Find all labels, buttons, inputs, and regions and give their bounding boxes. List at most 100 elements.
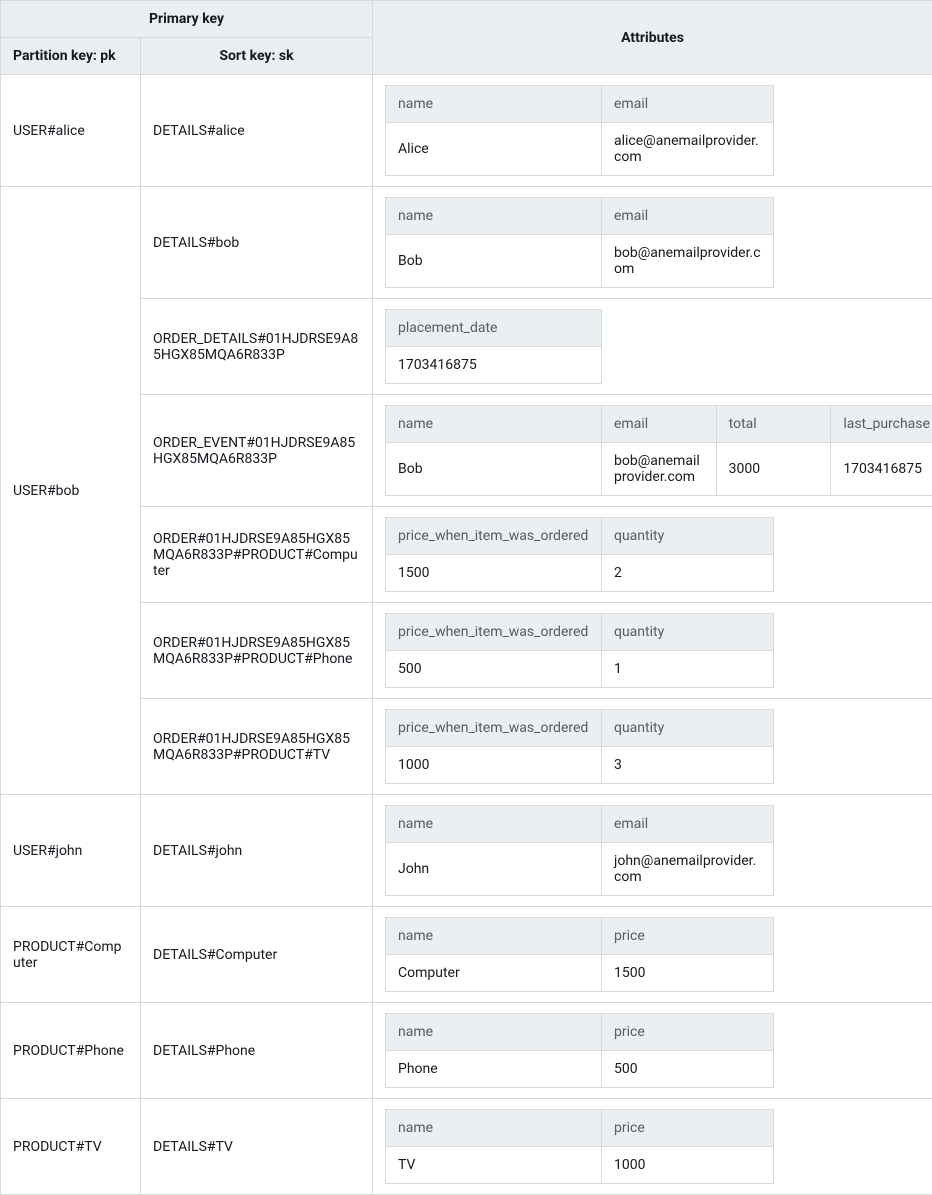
table-header: Primary key Attributes Partition key: pk… bbox=[1, 1, 932, 75]
attr-label: quantity bbox=[602, 518, 774, 555]
attr-blank bbox=[774, 1014, 932, 1051]
table-row: PRODUCT#TVDETAILS#TVnamepriceTV1000 bbox=[1, 1099, 932, 1195]
attr-blank bbox=[774, 86, 932, 123]
sort-key-cell: ORDER#01HJDRSE9A85HGX85MQA6R833P#PRODUCT… bbox=[141, 603, 373, 699]
attr-label: quantity bbox=[602, 710, 774, 747]
attributes-cell: nameemailAlicealice@anemailprovider.com bbox=[373, 75, 932, 187]
sort-key-cell: ORDER_EVENT#01HJDRSE9A85HGX85MQA6R833P bbox=[141, 395, 373, 507]
attr-label: price_when_item_was_ordered bbox=[386, 614, 602, 651]
attr-blank bbox=[774, 235, 932, 288]
attr-label: email bbox=[602, 86, 774, 123]
attributes-header: Attributes bbox=[373, 1, 932, 75]
partition-key-cell: PRODUCT#TV bbox=[1, 1099, 141, 1195]
table-row: USER#johnDETAILS#johnnameemailJohnjohn@a… bbox=[1, 795, 932, 907]
attributes-cell: namepriceComputer1500 bbox=[373, 907, 932, 1003]
attr-label: name bbox=[386, 1110, 602, 1147]
attr-value: john@anemailprovider.com bbox=[602, 843, 774, 896]
attr-label: price bbox=[602, 918, 774, 955]
partition-key-cell: USER#alice bbox=[1, 75, 141, 187]
attr-blank bbox=[602, 347, 774, 384]
attr-label: price bbox=[602, 1014, 774, 1051]
table-row: ORDER#01HJDRSE9A85HGX85MQA6R833P#PRODUCT… bbox=[1, 507, 932, 603]
attributes-cell: namepriceTV1000 bbox=[373, 1099, 932, 1195]
attr-value: 1703416875 bbox=[386, 347, 602, 384]
sort-key-cell: DETAILS#Computer bbox=[141, 907, 373, 1003]
sort-key-cell: DETAILS#Phone bbox=[141, 1003, 373, 1099]
attr-value: 1500 bbox=[602, 955, 774, 992]
partition-key-cell: PRODUCT#Computer bbox=[1, 907, 141, 1003]
table-row: ORDER#01HJDRSE9A85HGX85MQA6R833P#PRODUCT… bbox=[1, 699, 932, 795]
attr-blank bbox=[774, 347, 932, 384]
attr-value: 3000 bbox=[716, 443, 831, 496]
partition-key-header: Partition key: pk bbox=[1, 38, 141, 75]
attr-value: John bbox=[386, 843, 602, 896]
partition-key-cell: USER#john bbox=[1, 795, 141, 907]
table-row: USER#aliceDETAILS#alicenameemailAliceali… bbox=[1, 75, 932, 187]
attr-label: email bbox=[602, 406, 717, 443]
attr-blank bbox=[774, 518, 932, 555]
attr-value: 2 bbox=[602, 555, 774, 592]
sort-key-cell: DETAILS#john bbox=[141, 795, 373, 907]
table-row: USER#bobDETAILS#bobnameemailBobbob@anema… bbox=[1, 187, 932, 299]
attr-value: alice@anemailprovider.com bbox=[602, 123, 774, 176]
attr-value: 3 bbox=[602, 747, 774, 784]
attr-blank bbox=[774, 123, 932, 176]
attr-blank bbox=[774, 710, 932, 747]
attr-value: 500 bbox=[602, 1051, 774, 1088]
table-body: USER#aliceDETAILS#alicenameemailAliceali… bbox=[1, 75, 932, 1195]
attr-blank bbox=[774, 955, 932, 992]
attr-value: bob@anemailprovider.com bbox=[602, 235, 774, 288]
attr-blank bbox=[774, 555, 932, 592]
attributes-cell: namepricePhone500 bbox=[373, 1003, 932, 1099]
attr-value: 1000 bbox=[602, 1147, 774, 1184]
attr-blank bbox=[774, 310, 932, 347]
attr-blank bbox=[774, 1147, 932, 1184]
table-row: ORDER_EVENT#01HJDRSE9A85HGX85MQA6R833Pna… bbox=[1, 395, 932, 507]
attr-label: email bbox=[602, 198, 774, 235]
attr-label: placement_date bbox=[386, 310, 602, 347]
attributes-cell: placement_date1703416875 bbox=[373, 299, 932, 395]
attr-blank bbox=[774, 1110, 932, 1147]
attr-blank bbox=[602, 310, 774, 347]
attr-value: Alice bbox=[386, 123, 602, 176]
attr-blank bbox=[774, 1051, 932, 1088]
attributes-cell: price_when_item_was_orderedquantity15002 bbox=[373, 507, 932, 603]
sort-key-cell: ORDER#01HJDRSE9A85HGX85MQA6R833P#PRODUCT… bbox=[141, 507, 373, 603]
partition-key-cell: USER#bob bbox=[1, 187, 141, 795]
attr-value: 1 bbox=[602, 651, 774, 688]
attr-label: total bbox=[716, 406, 831, 443]
attr-label: name bbox=[386, 918, 602, 955]
attributes-cell: nameemailtotallast_purchaseBobbob@anemai… bbox=[373, 395, 932, 507]
partition-key-cell: PRODUCT#Phone bbox=[1, 1003, 141, 1099]
dynamodb-table: Primary key Attributes Partition key: pk… bbox=[0, 0, 932, 1195]
sort-key-cell: ORDER#01HJDRSE9A85HGX85MQA6R833P#PRODUCT… bbox=[141, 699, 373, 795]
sort-key-cell: DETAILS#bob bbox=[141, 187, 373, 299]
attr-label: price bbox=[602, 1110, 774, 1147]
attr-label: quantity bbox=[602, 614, 774, 651]
attr-value: Bob bbox=[386, 443, 602, 496]
table-row: PRODUCT#ComputerDETAILS#Computernamepric… bbox=[1, 907, 932, 1003]
attr-label: email bbox=[602, 806, 774, 843]
attr-blank bbox=[774, 651, 932, 688]
attr-value: TV bbox=[386, 1147, 602, 1184]
sort-key-cell: ORDER_DETAILS#01HJDRSE9A85HGX85MQA6R833P bbox=[141, 299, 373, 395]
attributes-cell: nameemailJohnjohn@anemailprovider.com bbox=[373, 795, 932, 907]
attr-value: bob@anemailprovider.com bbox=[602, 443, 717, 496]
attr-value: Phone bbox=[386, 1051, 602, 1088]
attr-value: 1000 bbox=[386, 747, 602, 784]
table-row: PRODUCT#PhoneDETAILS#PhonenamepricePhone… bbox=[1, 1003, 932, 1099]
attr-label: name bbox=[386, 1014, 602, 1051]
attr-blank bbox=[774, 843, 932, 896]
attr-value: Bob bbox=[386, 235, 602, 288]
sort-key-cell: DETAILS#alice bbox=[141, 75, 373, 187]
attr-blank bbox=[774, 806, 932, 843]
attr-label: name bbox=[386, 806, 602, 843]
sort-key-header: Sort key: sk bbox=[141, 38, 373, 75]
attr-value: Computer bbox=[386, 955, 602, 992]
attr-label: price_when_item_was_ordered bbox=[386, 710, 602, 747]
attr-value: 500 bbox=[386, 651, 602, 688]
attr-blank bbox=[774, 198, 932, 235]
attributes-cell: price_when_item_was_orderedquantity10003 bbox=[373, 699, 932, 795]
attributes-cell: price_when_item_was_orderedquantity5001 bbox=[373, 603, 932, 699]
attr-blank bbox=[774, 918, 932, 955]
